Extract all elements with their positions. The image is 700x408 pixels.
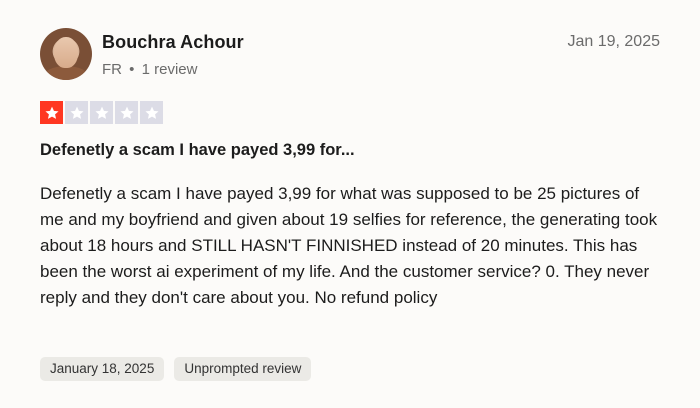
experience-date-tag: January 18, 2025 — [40, 357, 165, 381]
review-date: Jan 19, 2025 — [567, 33, 660, 50]
reviewer-country: FR — [102, 61, 122, 78]
star-empty-icon — [90, 101, 113, 124]
meta-separator: • — [129, 61, 135, 78]
review-tags: January 18, 2025 Unprompted review — [40, 357, 312, 381]
avatar-shoulders — [43, 66, 89, 80]
star-empty-icon — [140, 101, 163, 124]
review-card: Bouchra Achour FR • 1 review Jan 19, 202… — [0, 0, 700, 408]
review-title[interactable]: Defenetly a scam I have payed 3,99 for..… — [40, 141, 355, 160]
reviewer-meta: FR • 1 review — [102, 61, 197, 78]
star-rating — [40, 101, 163, 124]
avatar-face — [54, 37, 78, 68]
reviewer-name[interactable]: Bouchra Achour — [102, 32, 244, 53]
reviewer-review-count: 1 review — [141, 61, 198, 78]
unprompted-review-tag[interactable]: Unprompted review — [174, 357, 312, 381]
star-filled-icon — [40, 101, 63, 124]
star-empty-icon — [115, 101, 138, 124]
review-header: Bouchra Achour FR • 1 review Jan 19, 202… — [40, 28, 660, 84]
avatar[interactable] — [40, 28, 92, 80]
review-body: Defenetly a scam I have payed 3,99 for w… — [40, 184, 658, 307]
star-empty-icon — [65, 101, 88, 124]
